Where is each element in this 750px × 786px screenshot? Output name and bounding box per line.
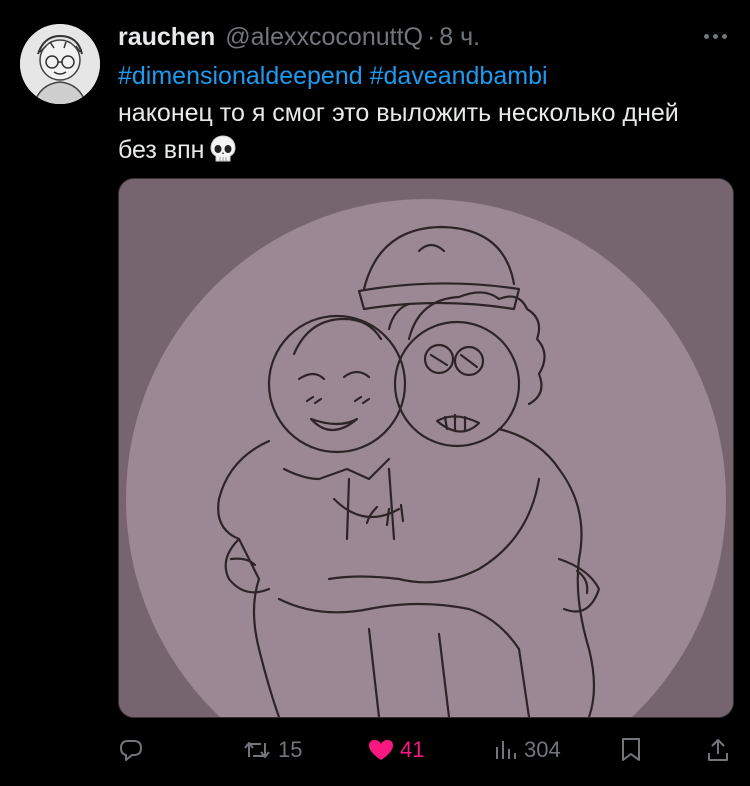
sketch-illustration xyxy=(119,179,733,717)
more-options-button[interactable] xyxy=(698,24,732,48)
tweet-body: наконец то я смог это выложить несколько… xyxy=(118,99,679,164)
bookmark-button[interactable] xyxy=(620,732,642,768)
hashtag-link[interactable]: #dimensionaldeepend xyxy=(118,62,363,90)
views-button[interactable]: 304 xyxy=(494,732,561,768)
retweet-icon xyxy=(244,742,270,758)
tweet-image[interactable] xyxy=(118,178,734,718)
retweet-count: 15 xyxy=(278,737,303,762)
reply-icon xyxy=(120,740,142,761)
like-button[interactable]: 41 xyxy=(368,732,424,768)
hashtag-link[interactable]: #daveandbambi xyxy=(370,62,548,90)
more-dot-icon xyxy=(721,33,727,39)
share-button[interactable] xyxy=(706,732,730,768)
more-dot-icon xyxy=(703,33,709,39)
retweet-button[interactable]: 15 xyxy=(242,732,302,768)
separator-dot: · xyxy=(426,23,436,51)
author-name[interactable]: rauchen xyxy=(118,20,215,54)
tweet-actions: 15 41 304 xyxy=(118,732,738,768)
heart-icon xyxy=(369,740,393,760)
tweet-text: #dimensionaldeepend #daveandbambi наконе… xyxy=(118,58,718,175)
avatar[interactable] xyxy=(20,24,100,104)
like-count: 41 xyxy=(400,737,425,762)
timestamp[interactable]: 8 ч. xyxy=(439,20,480,54)
author-handle[interactable]: @alexxcoconuttQ xyxy=(225,20,423,54)
more-dot-icon xyxy=(712,33,718,39)
reply-button[interactable] xyxy=(118,732,150,768)
view-count: 304 xyxy=(524,737,561,762)
tweet-header: rauchen @alexxcoconuttQ · 8 ч. xyxy=(118,20,480,54)
views-chart-icon xyxy=(496,741,516,759)
tweet-card[interactable]: rauchen @alexxcoconuttQ · 8 ч. #dimensio… xyxy=(0,0,750,786)
bookmark-icon xyxy=(622,738,640,761)
skull-icon xyxy=(208,134,238,175)
share-icon xyxy=(708,739,728,761)
